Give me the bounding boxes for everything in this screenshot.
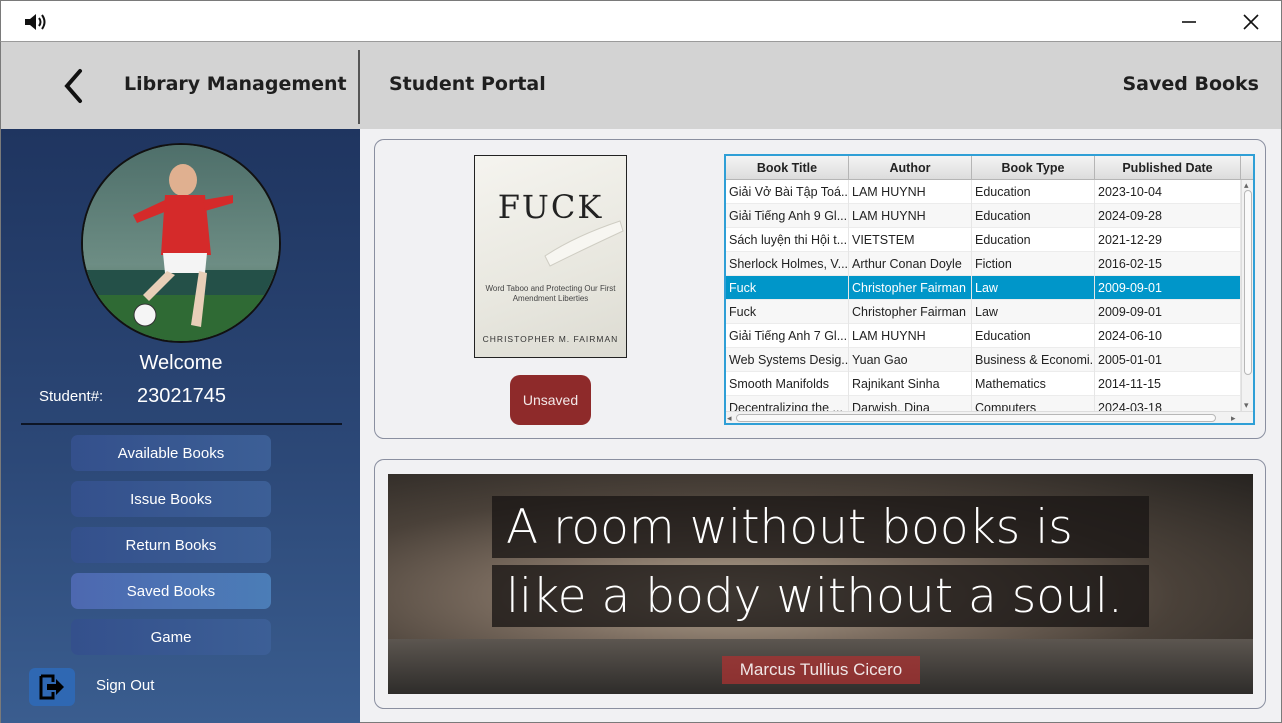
unsave-button[interactable]: Unsaved bbox=[510, 375, 591, 425]
horizontal-scrollbar[interactable]: ◂ ▸ bbox=[726, 411, 1253, 423]
cell-book-type: Education bbox=[972, 204, 1095, 228]
nav-saved-books-button[interactable]: Saved Books bbox=[71, 573, 271, 609]
cell-published-date: 2021-12-29 bbox=[1095, 228, 1241, 252]
cell-published-date: 2014-11-15 bbox=[1095, 372, 1241, 396]
quote-line-2: like a body without a soul. bbox=[492, 565, 1149, 627]
table-row[interactable]: Sách luyện thi Hội t... VIETSTEM Education… bbox=[726, 228, 1241, 252]
cell-book-type: Law bbox=[972, 276, 1095, 300]
quote-card: A room without books is like a body with… bbox=[374, 459, 1266, 709]
cell-book-type: Fiction bbox=[972, 252, 1095, 276]
cell-published-date: 2005-01-01 bbox=[1095, 348, 1241, 372]
section-title: Student Portal bbox=[389, 73, 546, 95]
cell-author: VIETSTEM bbox=[849, 228, 972, 252]
main-content: FUCK Word Taboo and Protecting Our First… bbox=[360, 129, 1282, 723]
column-header-book-type[interactable]: Book Type bbox=[972, 156, 1095, 180]
app-header: Library Management Student Portal Saved … bbox=[0, 42, 1282, 129]
cover-author: CHRISTOPHER M. FAIRMAN bbox=[482, 334, 619, 344]
cell-author: Rajnikant Sinha bbox=[849, 372, 972, 396]
cell-author: Arthur Conan Doyle bbox=[849, 252, 972, 276]
welcome-text: Welcome bbox=[139, 352, 223, 374]
cell-author: Yuan Gao bbox=[849, 348, 972, 372]
sign-out-icon[interactable] bbox=[29, 668, 75, 706]
quote-author: Marcus Tullius Cicero bbox=[722, 656, 920, 684]
chevron-left-icon[interactable] bbox=[56, 66, 90, 106]
page-title: Saved Books bbox=[1122, 73, 1259, 95]
table-body: Giải Vở Bài Tập Toá... LAM HUYNH Education… bbox=[726, 180, 1241, 420]
sidebar-divider bbox=[21, 423, 342, 425]
table-row[interactable]: Web Systems Desig... Yuan Gao Business & E… bbox=[726, 348, 1241, 372]
cell-published-date: 2009-09-01 bbox=[1095, 300, 1241, 324]
student-number-label: Student#: bbox=[39, 388, 104, 405]
cell-author: LAM HUYNH bbox=[849, 324, 972, 348]
horizontal-scroll-thumb[interactable] bbox=[736, 414, 1216, 422]
cell-author: Christopher Fairman bbox=[849, 300, 972, 324]
vertical-scroll-thumb[interactable] bbox=[1244, 190, 1252, 375]
cell-book-title: Web Systems Desig... bbox=[726, 348, 849, 372]
cell-published-date: 2024-06-10 bbox=[1095, 324, 1241, 348]
window-titlebar bbox=[0, 0, 1282, 42]
table-row[interactable]: Sherlock Holmes, V... Arthur Conan Doyle F… bbox=[726, 252, 1241, 276]
nav-issue-books-button[interactable]: Issue Books bbox=[71, 481, 271, 517]
cell-book-type: Education bbox=[972, 180, 1095, 204]
cell-book-title: Giải Tiếng Anh 9 Gl... bbox=[726, 204, 849, 228]
saved-books-table[interactable]: Book Title Author Book Type Published Da… bbox=[724, 154, 1255, 425]
saved-books-card: FUCK Word Taboo and Protecting Our First… bbox=[374, 139, 1266, 439]
table-row[interactable]: Giải Tiếng Anh 9 Gl... LAM HUYNH Education… bbox=[726, 204, 1241, 228]
cell-book-title: Sách luyện thi Hội t... bbox=[726, 228, 849, 252]
minimize-icon[interactable] bbox=[1158, 1, 1220, 43]
sign-out-label[interactable]: Sign Out bbox=[96, 677, 154, 694]
cell-book-title: Sherlock Holmes, V... bbox=[726, 252, 849, 276]
cell-book-title: Giải Vở Bài Tập Toá... bbox=[726, 180, 849, 204]
student-number-value: 23021745 bbox=[137, 385, 226, 407]
cell-book-title: Fuck bbox=[726, 300, 849, 324]
cover-subtitle: Word Taboo and Protecting Our First Amen… bbox=[485, 284, 616, 303]
table-row[interactable]: Giải Tiếng Anh 7 Gl... LAM HUYNH Education… bbox=[726, 324, 1241, 348]
cell-book-title: Smooth Manifolds bbox=[726, 372, 849, 396]
nav-return-books-button[interactable]: Return Books bbox=[71, 527, 271, 563]
nav-available-books-button[interactable]: Available Books bbox=[71, 435, 271, 471]
avatar bbox=[81, 143, 281, 343]
sidebar: Welcome Student#: 23021745 Available Boo… bbox=[0, 129, 360, 723]
quote-banner-image: A room without books is like a body with… bbox=[388, 474, 1253, 694]
cell-book-title: Giải Tiếng Anh 7 Gl... bbox=[726, 324, 849, 348]
cell-published-date: 2009-09-01 bbox=[1095, 276, 1241, 300]
nav-game-button[interactable]: Game bbox=[71, 619, 271, 655]
speaker-icon[interactable] bbox=[23, 13, 49, 31]
table-row[interactable]: Fuck Christopher Fairman Law 2009-09-01 bbox=[726, 300, 1241, 324]
column-header-author[interactable]: Author bbox=[849, 156, 972, 180]
cell-book-type: Education bbox=[972, 228, 1095, 252]
cell-book-type: Business & Economi... bbox=[972, 348, 1095, 372]
vertical-scrollbar[interactable]: ▴ ▾ bbox=[1241, 180, 1253, 411]
quote-line-1: A room without books is bbox=[492, 496, 1149, 558]
table-header: Book Title Author Book Type Published Da… bbox=[726, 156, 1253, 180]
table-row[interactable]: Smooth Manifolds Rajnikant Sinha Mathemati… bbox=[726, 372, 1241, 396]
cell-author: Christopher Fairman bbox=[849, 276, 972, 300]
cell-published-date: 2016-02-15 bbox=[1095, 252, 1241, 276]
cell-published-date: 2023-10-04 bbox=[1095, 180, 1241, 204]
cell-author: LAM HUYNH bbox=[849, 204, 972, 228]
cell-book-type: Mathematics bbox=[972, 372, 1095, 396]
table-row[interactable]: Giải Vở Bài Tập Toá... LAM HUYNH Education… bbox=[726, 180, 1241, 204]
close-icon[interactable] bbox=[1220, 1, 1282, 43]
cell-book-title: Fuck bbox=[726, 276, 849, 300]
table-row[interactable]: Fuck Christopher Fairman Law 2009-09-01 bbox=[726, 276, 1241, 300]
cell-published-date: 2024-09-28 bbox=[1095, 204, 1241, 228]
column-header-book-title[interactable]: Book Title bbox=[726, 156, 849, 180]
cell-author: LAM HUYNH bbox=[849, 180, 972, 204]
cell-book-type: Law bbox=[972, 300, 1095, 324]
app-title: Library Management bbox=[124, 73, 347, 95]
cell-book-type: Education bbox=[972, 324, 1095, 348]
book-cover-image: FUCK Word Taboo and Protecting Our First… bbox=[474, 155, 627, 358]
column-header-published-date[interactable]: Published Date bbox=[1095, 156, 1241, 180]
header-divider bbox=[358, 50, 360, 124]
